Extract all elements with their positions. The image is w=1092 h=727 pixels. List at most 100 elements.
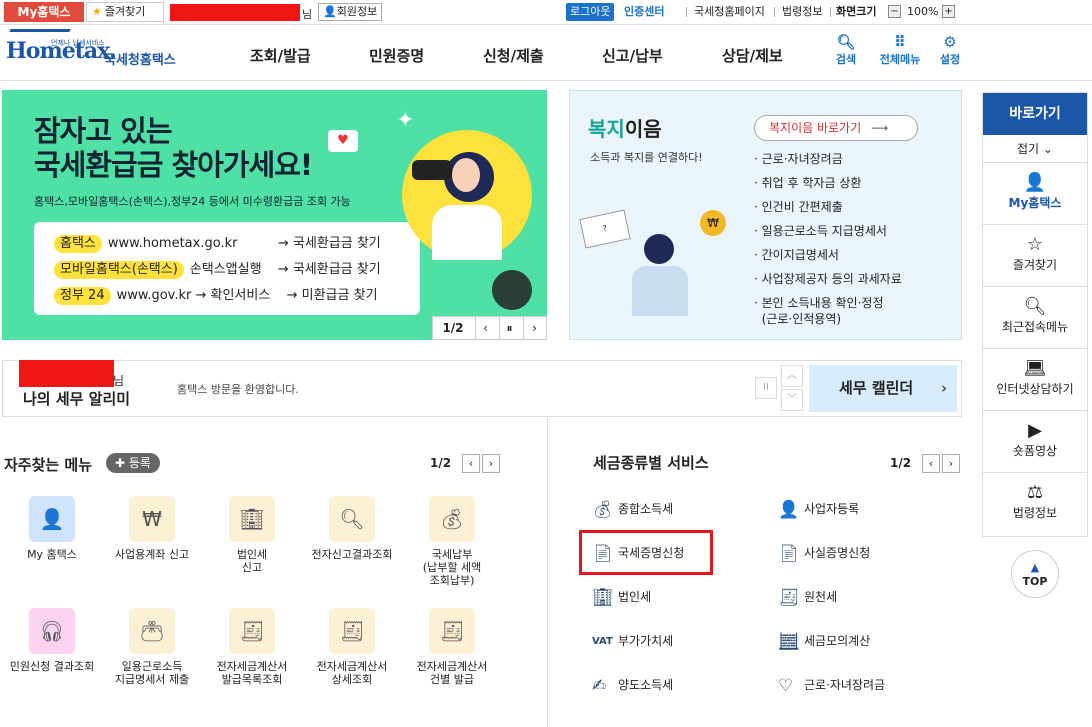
banner-row-site: www.hometax.go.kr bbox=[107, 236, 238, 251]
fav-daily-wage[interactable]: 👛︎ 일용근로소득 지급명세서 제출 bbox=[102, 608, 202, 686]
member-info-button[interactable]: 👤회원정보 bbox=[318, 3, 383, 21]
fav-label: 전자세금계산서 건별 발급 bbox=[416, 660, 488, 686]
welfare-item[interactable]: · 간이지급명세서 bbox=[754, 243, 902, 267]
vat-icon: VAT bbox=[592, 635, 613, 647]
fav-corporate-tax[interactable]: 🏢︎ 법인세 신고 bbox=[202, 496, 302, 574]
hometax-logo[interactable]: Hometax. bbox=[6, 38, 117, 64]
fav-my-hometax[interactable]: 👤 My 홈택스 bbox=[2, 496, 102, 561]
welfare-item[interactable]: · 인건비 간편제출 bbox=[754, 195, 902, 219]
welfare-title: 복지이음 bbox=[588, 113, 662, 142]
banner-pause-button[interactable]: ⏸ bbox=[499, 317, 519, 339]
banner-row-action: → 국세환급금 찾기 bbox=[277, 236, 381, 251]
all-menu-label: 전체메뉴 bbox=[879, 53, 921, 66]
quick-online-consult[interactable]: 💻︎ 인터넷상담하기 bbox=[983, 349, 1087, 411]
moneybag-icon: 💰︎ bbox=[429, 496, 475, 542]
logout-button[interactable]: 로그아웃 bbox=[566, 3, 615, 21]
alarm-down-button[interactable]: ﹀ bbox=[781, 389, 803, 411]
tax-service-prev-button[interactable]: ‹ bbox=[922, 454, 940, 473]
favorites-tab-label: 즐겨찾기 bbox=[104, 5, 146, 18]
tax-item-fact-certificate[interactable]: 📄︎ 사실증명신청 bbox=[778, 541, 870, 565]
favorites-next-button[interactable]: › bbox=[482, 454, 500, 473]
welfare-item-label: 간이지급명세서 bbox=[761, 248, 839, 262]
nts-homepage-link[interactable]: 국세청홈페이지 bbox=[690, 3, 769, 21]
gnb-inquiry[interactable]: 조회/발급 bbox=[250, 45, 311, 66]
welfare-item[interactable]: · 취업 후 학자금 상환 bbox=[754, 171, 902, 195]
all-menu-button[interactable]: ⠿ 전체메뉴 bbox=[874, 33, 926, 67]
tax-alarm-bar: 님 나의 세무 알리미 홈택스 방문을 환영합니다. II ︿ ﹀ 세무 캘린더… bbox=[2, 360, 962, 417]
tax-calendar-button[interactable]: 세무 캘린더 › bbox=[809, 365, 957, 412]
refund-banner[interactable]: 잠자고 있는 국세환급금 찾아가세요! ♥ 홈택스,모바일홈택스(손택스),정부2… bbox=[2, 90, 547, 340]
gnb-certificate[interactable]: 민원증명 bbox=[369, 45, 424, 66]
tax-item-capital-gains[interactable]: ✍︎ 양도소득세 bbox=[592, 673, 673, 697]
welfare-item[interactable]: · 본인 소득내용 확인·정정 (근로·인적용역) bbox=[754, 295, 902, 327]
tax-item-simulation[interactable]: 🧮︎ 세금모의계산 bbox=[778, 629, 870, 653]
welfare-banner[interactable]: 복지이음 소득과 복지를 연결하다! 복지이음 바로가기 ⟶ · 근로·자녀장려금… bbox=[569, 90, 962, 340]
top-button[interactable]: ▲ TOP bbox=[1011, 550, 1059, 598]
tax-item-label: 사실증명신청 bbox=[804, 546, 871, 560]
welfare-shortcut-button[interactable]: 복지이음 바로가기 ⟶ bbox=[754, 115, 918, 141]
fav-efiling-result[interactable]: 🔍︎ 전자신고결과조회 bbox=[302, 496, 402, 561]
fav-einvoice-detail[interactable]: 🧾︎ 전자세금계산서 상세조회 bbox=[302, 608, 402, 686]
gnb-report[interactable]: 신고/납부 bbox=[602, 45, 663, 66]
zoom-out-button[interactable]: − bbox=[888, 5, 901, 18]
quick-fold-button[interactable]: 접기 ⌄ bbox=[983, 135, 1087, 163]
gnb-consult[interactable]: 상담/제보 bbox=[722, 45, 783, 66]
alarm-up-button[interactable]: ︿ bbox=[781, 365, 803, 387]
bankbook-icon: ₩ bbox=[129, 496, 175, 542]
redacted-username bbox=[19, 360, 114, 387]
settings-button[interactable]: ⚙ 설정 bbox=[936, 33, 964, 67]
tax-item-label: 원천세 bbox=[804, 590, 838, 604]
banner-next-button[interactable]: › bbox=[523, 317, 545, 339]
quick-shortform-video[interactable]: ▶ 숏폼영상 bbox=[983, 411, 1087, 473]
quick-menu: 바로가기 접기 ⌄ 👤 My홈택스 ☆ 즐겨찾기 🔍︎ 최근접속메뉴 💻︎ 인터넷상담하… bbox=[982, 92, 1088, 537]
fav-tax-payment[interactable]: 💰︎ 국세납부 (납부할 세액 조회납부) bbox=[402, 496, 502, 587]
quick-law-info[interactable]: ⚖ 법령정보 bbox=[983, 473, 1087, 535]
fav-einvoice-list[interactable]: 🧾︎ 전자세금계산서 발급목록조회 bbox=[202, 608, 302, 686]
alarm-pause-button[interactable]: II bbox=[755, 377, 777, 399]
alarm-message: 홈택스 방문을 환영합니다. bbox=[177, 383, 299, 396]
banner-prev-button[interactable]: ‹ bbox=[475, 317, 495, 339]
favorites-title: 자주찾는 메뉴 bbox=[4, 456, 93, 474]
zoom-in-button[interactable]: + bbox=[942, 5, 955, 18]
banner-pager: 1/2 ‹ ⏸ › bbox=[432, 316, 547, 340]
register-button[interactable]: ✚ 등록 bbox=[106, 453, 160, 473]
tax-item-business-registration[interactable]: 👤 사업자등록 bbox=[778, 497, 859, 521]
favorites-prev-button[interactable]: ‹ bbox=[462, 454, 480, 473]
nim-label: 님 bbox=[302, 8, 313, 21]
law-info-link[interactable]: 법령정보 bbox=[778, 3, 826, 21]
tax-item-earned-income-credit[interactable]: ♡ 근로·자녀장려금 bbox=[778, 673, 885, 697]
my-hometax-tab[interactable]: My홈택스 bbox=[4, 2, 84, 22]
welfare-item[interactable]: · 사업장제공자 등의 과세자료 bbox=[754, 267, 902, 291]
quick-favorites[interactable]: ☆ 즐겨찾기 bbox=[983, 225, 1087, 287]
welfare-item-label: (근로·인적용역) bbox=[761, 312, 842, 326]
member-info-label: 회원정보 bbox=[336, 5, 378, 18]
gnb-apply[interactable]: 신청/제출 bbox=[483, 45, 544, 66]
tax-service-next-button[interactable]: › bbox=[942, 454, 960, 473]
fav-einvoice-issue[interactable]: 🧾︎ 전자세금계산서 건별 발급 bbox=[402, 608, 502, 686]
logo-korean[interactable]: 국세청홈택스 bbox=[104, 49, 176, 68]
welfare-item[interactable]: · 근로·자녀장려금 bbox=[754, 147, 902, 171]
quick-my-hometax[interactable]: 👤 My홈택스 bbox=[983, 163, 1087, 225]
tax-item-label: 세금모의계산 bbox=[804, 634, 871, 648]
welfare-title-b: 이음 bbox=[624, 117, 662, 141]
tax-item-corporate[interactable]: 🏢︎ 법인세 bbox=[592, 585, 651, 609]
banner-row-site: www.gov.kr → 확인서비스 bbox=[116, 288, 271, 303]
fav-civil-result[interactable]: 🎧︎ 민원신청 결과조회 bbox=[2, 608, 102, 673]
plus-icon: ✚ bbox=[115, 456, 126, 470]
quick-recent-menu[interactable]: 🔍︎ 최근접속메뉴 bbox=[983, 287, 1087, 349]
search-button[interactable]: 🔍︎ 검색 bbox=[832, 33, 860, 67]
cert-center-link[interactable]: 인증센터 bbox=[620, 3, 668, 21]
welfare-item[interactable]: · 일용근로소득 지급명세서 bbox=[754, 219, 902, 243]
play-icon: ▶ bbox=[1028, 420, 1042, 441]
fav-label: 일용근로소득 지급명세서 제출 bbox=[114, 660, 190, 686]
tax-item-vat[interactable]: VAT 부가가치세 bbox=[592, 629, 673, 653]
favorites-tab[interactable]: ★ 즐겨찾기 bbox=[86, 2, 164, 22]
quick-item-label: 인터넷상담하기 bbox=[996, 382, 1074, 396]
quick-menu-title: 바로가기 bbox=[983, 93, 1087, 135]
alarm-nim: 님 bbox=[113, 374, 125, 388]
welfare-item-label: 취업 후 학자금 상환 bbox=[761, 176, 862, 190]
tax-item-income[interactable]: 💰︎ 종합소득세 bbox=[592, 497, 673, 521]
tax-item-withholding[interactable]: 🧾︎ 원천세 bbox=[778, 585, 837, 609]
fav-business-account[interactable]: ₩ 사업용계좌 신고 bbox=[102, 496, 202, 561]
banner-title-line1: 잠자고 있는 bbox=[34, 114, 172, 148]
